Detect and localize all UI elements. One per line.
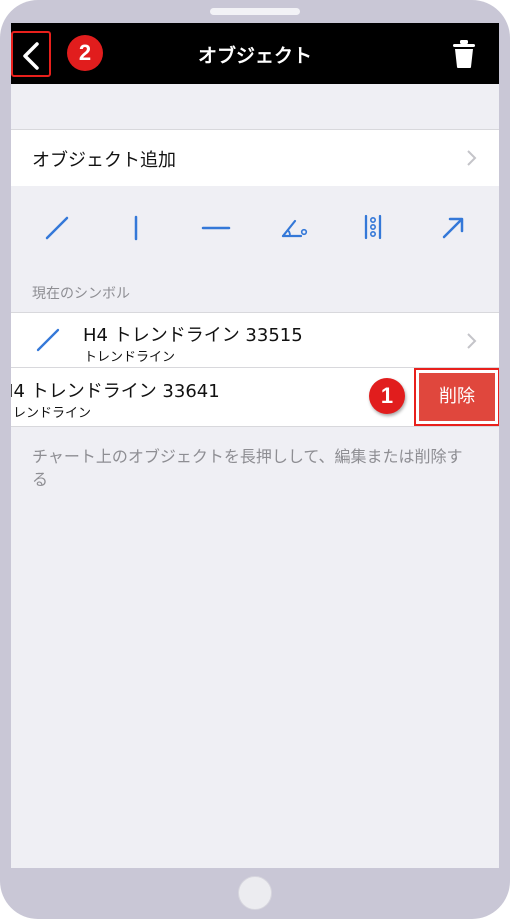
symbol-row[interactable]: H4 トレンドライン 33515 トレンドライン <box>11 312 499 368</box>
speaker-grille <box>210 8 300 15</box>
symbol-subtitle: トレンドライン <box>84 350 176 365</box>
trendline-icon <box>36 328 60 352</box>
symbol-subtitle: トレンドライン <box>11 406 92 421</box>
symbol-title: H4 トレンドライン 33641 <box>11 381 220 402</box>
add-object-row[interactable]: オブジェクト追加 <box>11 129 499 187</box>
phone-frame: 2 オブジェクト オブジェクト追加 現在のシンボル H4 トレンドライン 335… <box>0 0 510 919</box>
arrow-icon[interactable] <box>438 212 468 242</box>
horizontal-line-icon[interactable] <box>201 212 231 242</box>
nav-bar: 2 オブジェクト <box>11 23 499 84</box>
angle-line-icon[interactable] <box>279 212 309 242</box>
section-header: 現在のシンボル <box>32 286 130 302</box>
home-button[interactable] <box>238 876 272 910</box>
info-text: チャート上のオブジェクトを長押しして、編集または削除する <box>32 447 463 489</box>
screen: 2 オブジェクト オブジェクト追加 現在のシンボル H4 トレンドライン 335… <box>11 23 499 868</box>
annotation-badge-1: 1 <box>369 378 405 414</box>
delete-button[interactable]: 削除 <box>419 373 495 421</box>
vertical-line-icon[interactable] <box>121 212 151 242</box>
fibonacci-icon[interactable] <box>358 212 388 242</box>
add-object-label: オブジェクト追加 <box>32 150 176 171</box>
chevron-right-icon <box>467 150 477 166</box>
symbol-title: H4 トレンドライン 33515 <box>83 325 303 346</box>
page-title: オブジェクト <box>197 45 312 67</box>
trash-icon[interactable] <box>451 39 477 69</box>
chevron-right-icon <box>467 333 477 349</box>
tool-bar <box>11 186 499 262</box>
trendline-icon[interactable] <box>42 212 72 242</box>
